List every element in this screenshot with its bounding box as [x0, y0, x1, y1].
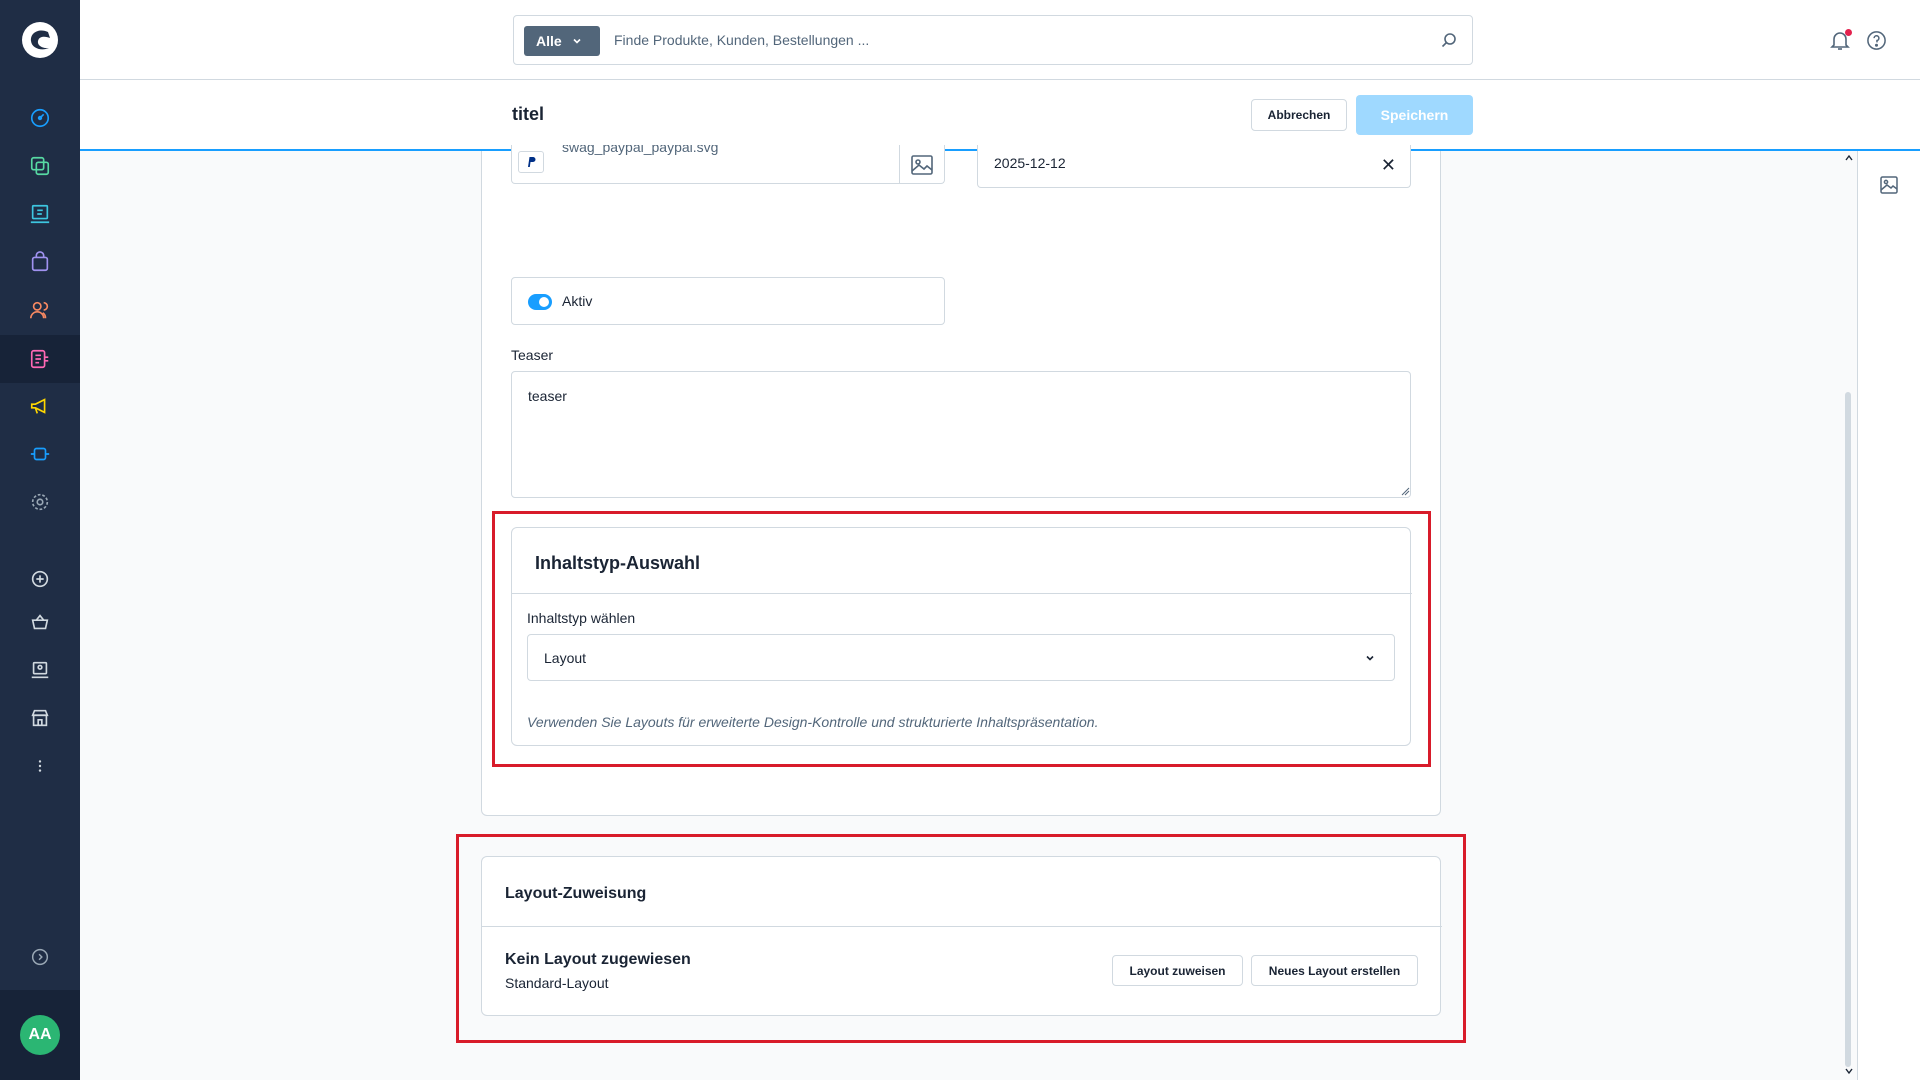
image-icon[interactable]	[1879, 175, 1899, 195]
scroll-up-icon[interactable]	[1845, 154, 1853, 162]
notification-badge	[1845, 29, 1852, 36]
top-bar: Alle	[80, 0, 1920, 80]
image-icon	[911, 154, 933, 175]
chevron-down-icon	[573, 38, 581, 44]
shopware-logo-icon[interactable]	[20, 20, 60, 60]
help-icon[interactable]	[1866, 30, 1887, 51]
active-toggle[interactable]	[528, 294, 552, 310]
add-circle-icon[interactable]	[28, 567, 52, 591]
search-input[interactable]	[614, 16, 1414, 64]
settings-icon[interactable]	[28, 490, 52, 514]
teaser-label: Teaser	[511, 347, 554, 363]
main-sidebar: AA	[0, 0, 80, 1080]
more-icon[interactable]	[28, 754, 52, 778]
content-icon[interactable]	[28, 347, 52, 371]
orders-icon[interactable]	[28, 202, 52, 226]
global-search: Alle	[513, 15, 1473, 65]
storefront-icon[interactable]	[28, 658, 52, 682]
teaser-textarea[interactable]: teaser	[511, 371, 1411, 498]
paypal-icon	[518, 151, 544, 173]
expand-icon[interactable]	[28, 945, 52, 969]
active-label: Aktiv	[562, 293, 593, 309]
catalogue-icon[interactable]	[28, 154, 52, 178]
basket-icon[interactable]	[28, 610, 52, 634]
sidebar-panel	[1857, 151, 1920, 1080]
highlight-frame-content-type	[492, 511, 1431, 767]
resize-handle-icon[interactable]	[1401, 487, 1410, 496]
file-name: swag_paypal_paypal.svg	[562, 145, 719, 155]
extensions-icon[interactable]	[28, 442, 52, 466]
search-icon[interactable]	[1440, 31, 1458, 49]
save-button[interactable]: Speichern	[1356, 95, 1473, 135]
active-toggle-field: Aktiv	[511, 277, 945, 325]
marketing-icon[interactable]	[28, 394, 52, 418]
highlight-frame-layout-assignment	[456, 834, 1466, 1043]
dashboard-icon[interactable]	[28, 106, 52, 130]
search-type-label: Alle	[536, 33, 562, 49]
smart-bar: titel Abbrechen Speichern	[80, 80, 1920, 151]
shopping-bag-icon[interactable]	[28, 250, 52, 274]
date-value: 2025-12-12	[994, 155, 1066, 171]
toggle-knob	[539, 297, 549, 307]
date-field[interactable]: 2025-12-12 ✕	[977, 145, 1411, 188]
user-avatar[interactable]: AA	[20, 1015, 60, 1055]
scroll-down-icon[interactable]	[1845, 1067, 1853, 1075]
clear-icon[interactable]: ✕	[1381, 155, 1396, 176]
search-type-select[interactable]: Alle	[524, 26, 600, 56]
cancel-button[interactable]: Abbrechen	[1251, 99, 1347, 131]
customers-icon[interactable]	[28, 298, 52, 322]
page-title: titel	[512, 104, 545, 124]
scrollbar-thumb[interactable]	[1845, 392, 1851, 1067]
shop-icon[interactable]	[28, 706, 52, 730]
media-upload-field[interactable]: swag_paypal_paypal.svg	[511, 145, 945, 184]
media-browse-button[interactable]	[899, 145, 944, 183]
